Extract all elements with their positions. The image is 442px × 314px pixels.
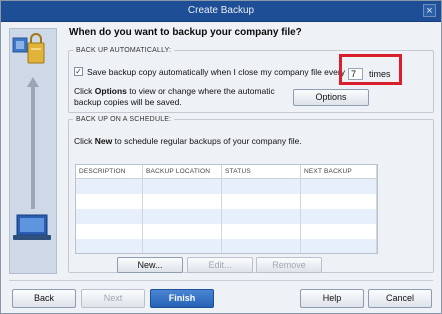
finish-button[interactable]: Finish — [150, 289, 214, 308]
table-row[interactable] — [76, 194, 377, 209]
title-bar[interactable]: Create Backup × — [1, 1, 441, 22]
options-help-pre: Click — [74, 86, 95, 96]
column-header-status[interactable]: STATUS — [222, 165, 301, 178]
footer-divider — [9, 280, 433, 281]
create-backup-dialog: Create Backup × When do you want to back… — [0, 0, 442, 314]
window-title: Create Backup — [187, 5, 255, 16]
column-header-backup-location[interactable]: BACKUP LOCATION — [143, 165, 222, 178]
column-header-next-backup[interactable]: NEXT BACKUP — [301, 165, 377, 178]
close-icon[interactable]: × — [423, 4, 436, 17]
table-row[interactable] — [76, 239, 377, 253]
dialog-footer: Back Next Finish Help Cancel — [1, 282, 441, 313]
backup-question: When do you want to backup your company … — [69, 27, 302, 38]
auto-save-checkbox[interactable]: ✓ — [74, 67, 83, 76]
backup-illustration-graphic — [12, 33, 51, 240]
table-row[interactable] — [76, 224, 377, 239]
times-highlight-box — [339, 54, 402, 85]
auto-save-label[interactable]: Save backup copy automatically when I cl… — [87, 67, 345, 77]
column-header-description[interactable]: DESCRIPTION — [76, 165, 143, 178]
cancel-button[interactable]: Cancel — [368, 289, 432, 308]
schedule-group: BACK UP ON A SCHEDULE: Click New to sche… — [68, 116, 434, 273]
options-help-text: Click Options to view or change where th… — [74, 86, 284, 108]
remove-schedule-button[interactable]: Remove — [256, 257, 322, 273]
options-help-bold: Options — [94, 86, 127, 96]
edit-schedule-button[interactable]: Edit... — [187, 257, 253, 273]
table-row[interactable] — [76, 179, 377, 194]
schedule-legend: BACK UP ON A SCHEDULE: — [76, 116, 172, 123]
auto-backup-legend: BACK UP AUTOMATICALLY: — [76, 47, 172, 54]
schedule-help-pre: Click — [74, 136, 95, 146]
table-header: DESCRIPTION BACKUP LOCATION STATUS NEXT … — [76, 165, 377, 179]
table-row[interactable] — [76, 209, 377, 224]
backup-illustration — [9, 28, 57, 274]
schedule-table[interactable]: DESCRIPTION BACKUP LOCATION STATUS NEXT … — [75, 164, 378, 254]
schedule-help-bold: New — [94, 136, 113, 146]
help-button[interactable]: Help — [300, 289, 364, 308]
schedule-help-text: Click New to schedule regular backups of… — [74, 136, 302, 146]
schedule-help-post: to schedule regular backups of your comp… — [112, 136, 302, 146]
next-button[interactable]: Next — [81, 289, 145, 308]
options-button[interactable]: Options — [293, 89, 369, 106]
new-schedule-button[interactable]: New... — [117, 257, 183, 273]
back-button[interactable]: Back — [12, 289, 76, 308]
